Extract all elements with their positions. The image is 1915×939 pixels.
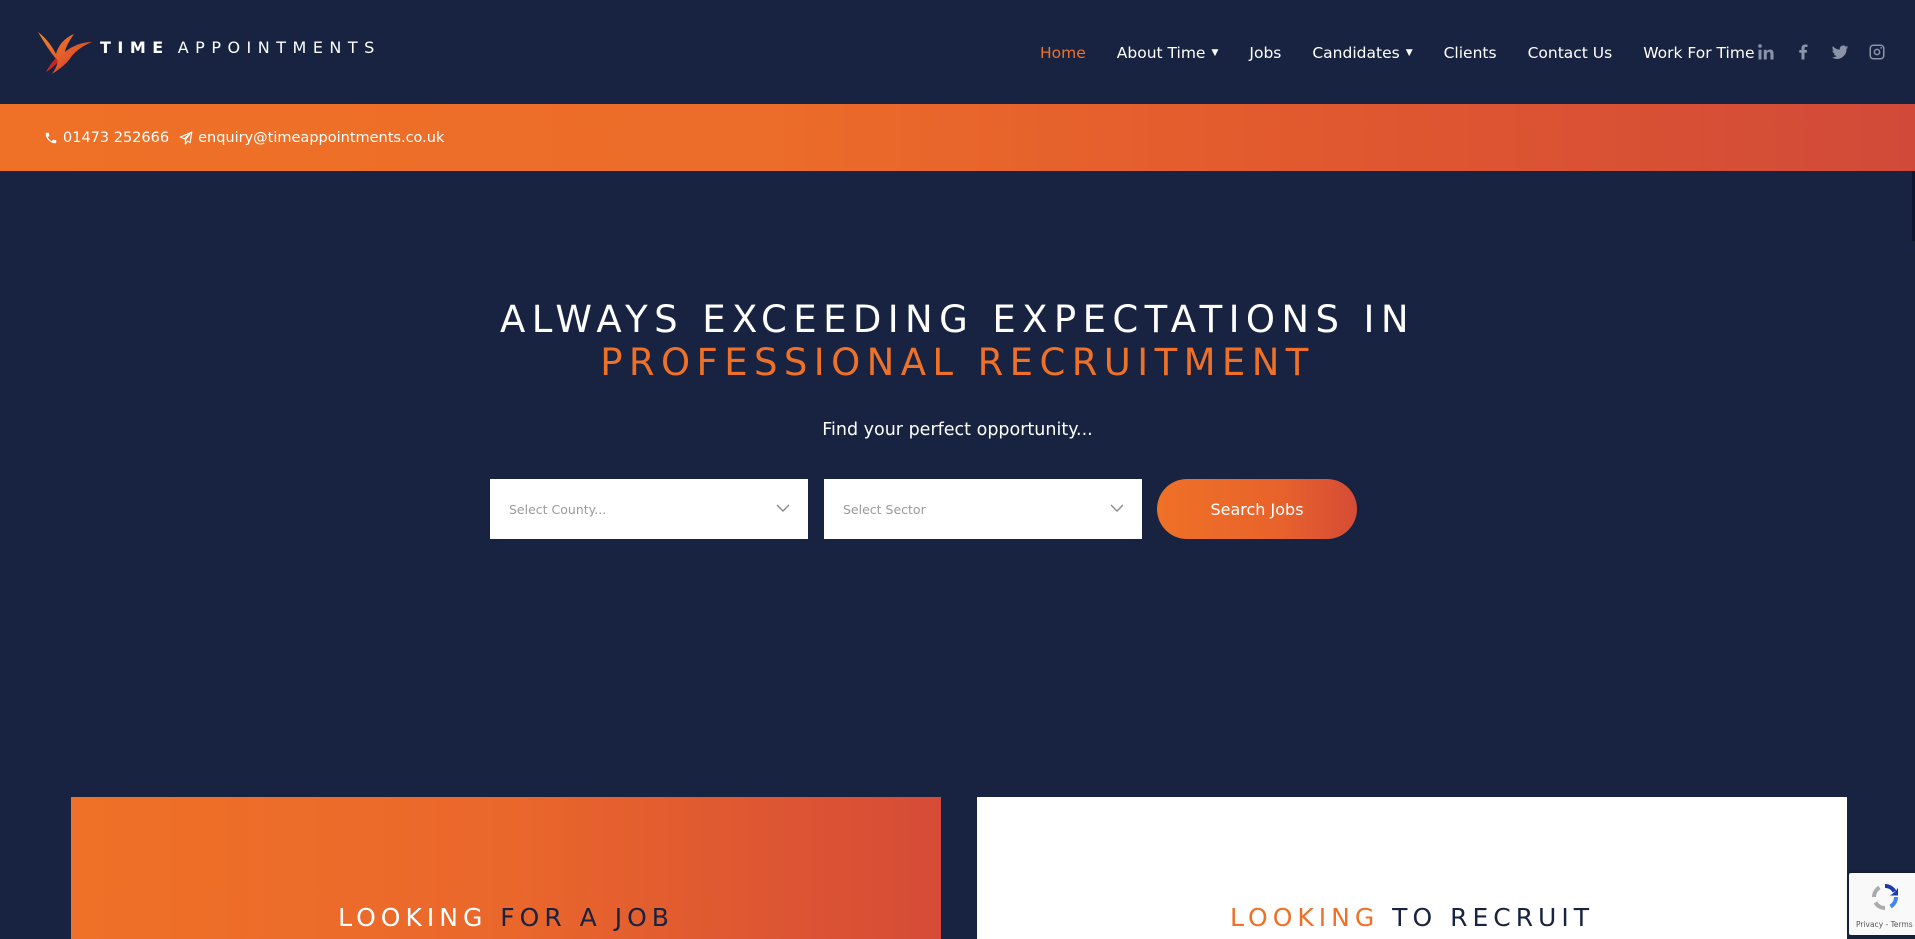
search-jobs-button[interactable]: Search Jobs: [1157, 479, 1357, 539]
site-header: TIME APPOINTMENTS Home About Time ▼ Jobs C…: [0, 0, 1915, 104]
nav-item-about-time[interactable]: About Time ▼: [1117, 44, 1219, 62]
linkedin-icon[interactable]: [1756, 42, 1776, 62]
phoenix-logo-icon: [38, 32, 92, 74]
card-title-word2: FOR A JOB: [500, 903, 674, 932]
hero-title: ALWAYS EXCEEDING EXPECTATIONS IN PROFESS…: [0, 298, 1915, 384]
contact-bar: 01473 252666 enquiry@timeappointments.co…: [0, 104, 1915, 171]
nav-item-work-for-time[interactable]: Work For Time: [1643, 44, 1754, 62]
main-nav: Home About Time ▼ Jobs Candidates ▼ Client…: [1040, 44, 1785, 62]
brand-name-bold: TIME: [100, 37, 170, 57]
card-title-word1: LOOKING: [338, 903, 488, 932]
recaptcha-footer[interactable]: Privacy - Terms: [1856, 920, 1913, 929]
nav-item-home[interactable]: Home: [1040, 44, 1086, 62]
chevron-down-icon: [776, 501, 790, 515]
recaptcha-badge[interactable]: Privacy - Terms: [1849, 873, 1915, 935]
looking-for-job-card[interactable]: LOOKING FOR A JOB: [71, 797, 941, 939]
card-title: LOOKING FOR A JOB: [71, 903, 941, 932]
phone-number: 01473 252666: [63, 129, 170, 146]
hero-title-line1: ALWAYS EXCEEDING EXPECTATIONS IN: [500, 298, 1415, 341]
email-link[interactable]: enquiry@timeappointments.co.uk: [179, 130, 444, 146]
nav-label: Jobs: [1249, 44, 1282, 62]
nav-item-contact-us[interactable]: Contact Us: [1528, 44, 1613, 62]
social-links: [1756, 42, 1904, 62]
phone-link[interactable]: 01473 252666: [44, 130, 169, 146]
nav-label: Clients: [1443, 44, 1497, 62]
email-address: enquiry@timeappointments.co.uk: [198, 129, 445, 146]
nav-label: Work For Time: [1643, 44, 1755, 62]
site-logo[interactable]: TIME APPOINTMENTS: [36, 28, 381, 76]
card-title-word1: LOOKING: [1229, 903, 1380, 932]
chevron-down-icon: [1110, 501, 1124, 515]
instagram-icon[interactable]: [1867, 42, 1887, 62]
hero-subtitle: Find your perfect opportunity...: [822, 420, 1093, 440]
nav-label: Candidates: [1312, 44, 1400, 62]
sector-select-placeholder: Select Sector: [843, 501, 926, 517]
county-select-placeholder: Select County...: [509, 501, 607, 517]
chevron-down-icon: ▼: [1211, 48, 1219, 58]
nav-item-clients[interactable]: Clients: [1444, 44, 1497, 62]
card-title-word2: TO RECRUIT: [1392, 903, 1595, 932]
brand-name-light: APPOINTMENTS: [177, 37, 381, 57]
nav-label: About Time: [1116, 44, 1206, 62]
paper-plane-icon: [179, 131, 193, 144]
looking-to-recruit-card[interactable]: LOOKING TO RECRUIT: [977, 797, 1847, 939]
facebook-icon[interactable]: [1793, 42, 1813, 62]
twitter-icon[interactable]: [1830, 42, 1850, 62]
chevron-down-icon: ▼: [1405, 48, 1413, 58]
recaptcha-icon: [1871, 883, 1899, 911]
county-select[interactable]: Select County...: [490, 479, 808, 539]
nav-label: Contact Us: [1527, 44, 1613, 62]
hero-title-line2: PROFESSIONAL RECRUITMENT: [600, 341, 1315, 384]
nav-item-candidates[interactable]: Candidates ▼: [1312, 44, 1412, 62]
phone-icon: [45, 132, 57, 143]
sector-select[interactable]: Select Sector: [824, 479, 1142, 539]
card-title: LOOKING TO RECRUIT: [977, 903, 1847, 932]
nav-item-jobs[interactable]: Jobs: [1249, 44, 1281, 62]
nav-label: Home: [1040, 44, 1086, 62]
